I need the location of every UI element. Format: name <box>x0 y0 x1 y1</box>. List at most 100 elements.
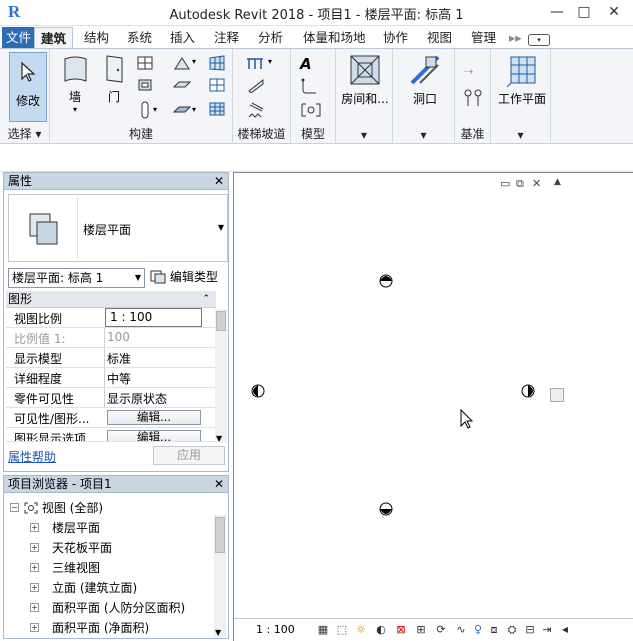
room-area-button[interactable]: 房间和... <box>340 53 390 123</box>
model-group-icon[interactable] <box>300 101 321 119</box>
hide-analytical-model-icon[interactable]: ⊟ <box>523 623 537 636</box>
column-dropdown-icon[interactable]: ▾ <box>153 105 157 114</box>
stair-icon[interactable] <box>247 101 267 119</box>
property-value[interactable]: 标准 <box>107 350 213 367</box>
type-dropdown-icon[interactable]: ▼ <box>218 223 224 232</box>
view-minimize-icon[interactable]: ▭ <box>500 177 510 190</box>
curtain-system-icon[interactable] <box>208 55 228 73</box>
tab-annotate[interactable]: 注释 <box>208 27 245 49</box>
model-text-icon[interactable]: A <box>300 55 320 73</box>
tree-item-floor-plans[interactable]: 楼层平面 <box>52 519 100 536</box>
door-button[interactable]: 门 <box>98 53 130 121</box>
group-opening-dropdown[interactable]: ▾ <box>393 128 454 142</box>
workplane-button[interactable]: 工作平面 <box>495 53 549 123</box>
ribbon-options-button[interactable]: ▾ <box>522 27 556 49</box>
ceiling-icon[interactable] <box>172 77 193 95</box>
temporary-hide-icon[interactable]: ∿ <box>454 623 468 636</box>
property-row[interactable]: 显示模型 标准 <box>6 348 216 368</box>
property-value[interactable]: 中等 <box>107 370 213 387</box>
tab-systems[interactable]: 系统 <box>121 27 158 49</box>
navigation-bar-handle[interactable] <box>550 388 564 402</box>
browser-scroll-thumb[interactable] <box>215 517 225 553</box>
unlocked-3d-view-icon[interactable]: ⟳ <box>434 623 448 636</box>
scroll-down-icon[interactable]: ▼ <box>216 434 222 443</box>
expand-icon[interactable]: + <box>30 623 39 632</box>
group-select-label[interactable]: 选择 ▾ <box>0 125 49 142</box>
sun-path-icon[interactable]: ☼ <box>354 623 368 636</box>
view-scroll-up-icon[interactable]: ▲ <box>554 177 561 187</box>
wall-button[interactable]: 墙 ▾ <box>57 53 93 121</box>
roof-icon[interactable] <box>173 55 193 73</box>
mullion-icon[interactable] <box>208 101 228 119</box>
window-icon[interactable] <box>136 55 156 73</box>
category-graphics[interactable]: 图形 ⌃ <box>6 291 216 308</box>
worksharing-display-icon[interactable]: ⛭ <box>505 623 519 636</box>
scroll-down-icon[interactable]: ▼ <box>215 628 221 637</box>
properties-scroll-thumb[interactable] <box>216 311 226 331</box>
close-button[interactable]: ✕ <box>603 3 625 21</box>
tab-view[interactable]: 视图 <box>421 27 458 49</box>
floor-icon[interactable] <box>172 101 193 119</box>
view-scale-input[interactable]: 1 : 100 <box>105 308 202 327</box>
drawing-view[interactable]: ▭ ⧉ ✕ ▲ 1 : 100 ▦ ⬚ ☼ ◐ ⊠ ⊞ ⟳ ∿ ♀ ⧈ ⛭ ⊟ … <box>233 172 633 641</box>
tab-analyze[interactable]: 分析 <box>252 27 289 49</box>
expand-icon[interactable]: + <box>30 583 39 592</box>
tree-root-views[interactable]: 视图 (全部) <box>24 499 103 516</box>
expand-icon[interactable]: + <box>30 603 39 612</box>
property-row[interactable]: 零件可见性 显示原状态 <box>6 388 216 408</box>
grid-icon[interactable] <box>463 89 483 107</box>
show-crop-region-icon[interactable]: ⊞ <box>414 623 428 636</box>
expand-icon[interactable]: + <box>30 543 39 552</box>
properties-scrollbar[interactable]: ▼ <box>215 309 227 443</box>
elevation-marker-north[interactable] <box>378 271 394 291</box>
curtain-grid-icon[interactable] <box>208 77 228 95</box>
tab-insert[interactable]: 插入 <box>164 27 201 49</box>
visibility-graphics-edit-button[interactable]: 编辑... <box>107 410 201 425</box>
tree-item-area-plans-net[interactable]: 面积平面 (净面积) <box>52 619 149 636</box>
tree-item-area-plans-civil[interactable]: 面积平面 (人防分区面积) <box>52 599 185 616</box>
tree-item-elevations[interactable]: 立面 (建筑立面) <box>52 579 137 596</box>
roof-dropdown-icon[interactable]: ▾ <box>192 57 196 66</box>
project-browser-close-icon[interactable]: ✕ <box>214 476 224 492</box>
tab-massing-site[interactable]: 体量和场地 <box>297 27 372 49</box>
maximize-button[interactable]: □ <box>573 3 595 21</box>
tree-item-3d-views[interactable]: 三维视图 <box>52 559 100 576</box>
tree-item-ceiling-plans[interactable]: 天花板平面 <box>52 539 112 556</box>
elevation-marker-east[interactable] <box>518 383 538 399</box>
crop-view-icon[interactable]: ⊠ <box>394 623 408 636</box>
tab-architecture[interactable]: 建筑 <box>34 27 74 49</box>
tab-file[interactable]: 文件 <box>2 27 36 49</box>
expand-icon[interactable]: + <box>30 563 39 572</box>
type-selector[interactable]: 楼层平面 ▼ <box>8 194 228 262</box>
highlight-displacement-icon[interactable]: ⇥ <box>540 623 554 636</box>
modify-button[interactable]: 修改 <box>9 52 47 122</box>
instance-filter-dropdown[interactable]: 楼层平面: 标高 1 ▼ <box>8 268 145 288</box>
reveal-hidden-icon[interactable]: ♀ <box>471 623 485 636</box>
minimize-button[interactable]: — <box>546 3 568 21</box>
tab-structure[interactable]: 结构 <box>78 27 115 49</box>
property-row[interactable]: 详细程度 中等 <box>6 368 216 388</box>
tab-manage[interactable]: 管理 <box>465 27 502 49</box>
level-icon[interactable]: ⇢ <box>464 65 484 83</box>
elevation-marker-west[interactable] <box>248 383 268 399</box>
group-room-dropdown[interactable]: ▾ <box>336 128 392 142</box>
elevation-marker-south[interactable] <box>378 499 394 519</box>
collapse-icon[interactable]: ⌃ <box>202 291 210 307</box>
properties-close-icon[interactable]: ✕ <box>214 173 224 189</box>
visual-style-icon[interactable]: ⬚ <box>335 623 349 636</box>
expand-icon[interactable]: + <box>30 523 39 532</box>
view-scale-button[interactable]: 1 : 100 <box>256 623 295 636</box>
ramp-icon[interactable] <box>247 77 267 95</box>
property-value[interactable]: 显示原状态 <box>107 390 213 407</box>
opening-button[interactable]: 洞口 <box>401 53 449 123</box>
properties-help-link[interactable]: 属性帮助 <box>8 448 56 465</box>
scroll-left-icon[interactable]: ◀ <box>558 623 572 636</box>
apply-button[interactable]: 应用 <box>153 446 225 465</box>
graphic-display-edit-button[interactable]: 编辑... <box>107 430 201 441</box>
detail-level-icon[interactable]: ▦ <box>316 623 330 636</box>
model-line-icon[interactable] <box>300 77 320 95</box>
group-workplane-dropdown[interactable]: ▾ <box>491 128 550 142</box>
revit-logo-icon[interactable]: R <box>8 2 24 22</box>
browser-scrollbar[interactable]: ▼ <box>214 515 226 637</box>
collapse-icon[interactable]: − <box>10 503 19 512</box>
